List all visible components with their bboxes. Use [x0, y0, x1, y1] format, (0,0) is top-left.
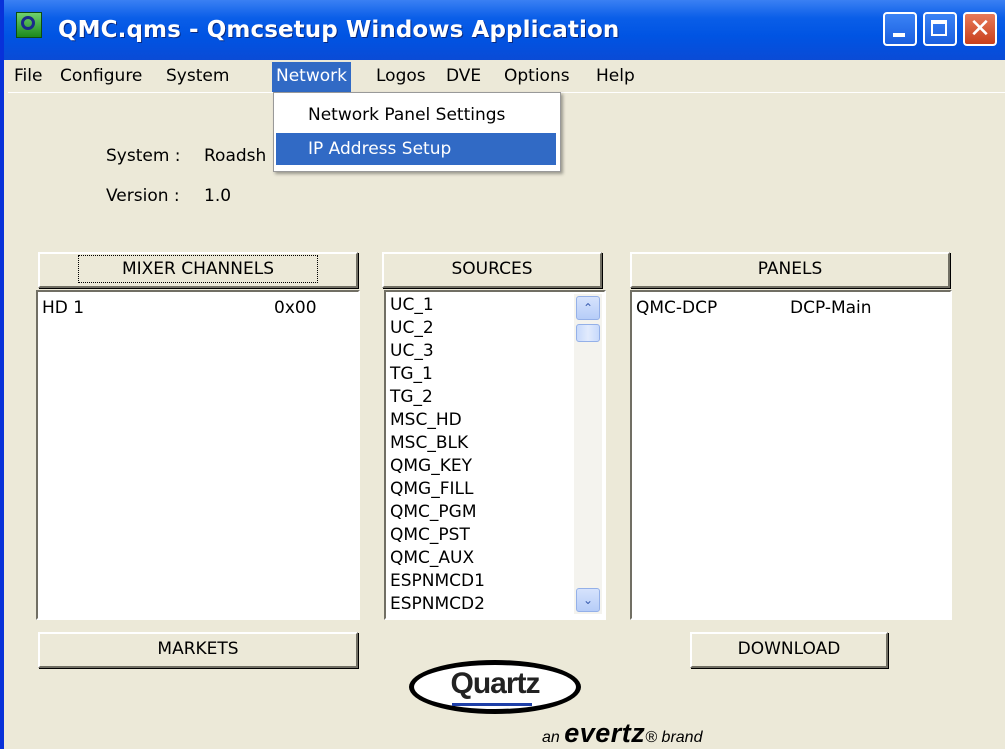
sources-list[interactable]: UC_1 UC_2 UC_3 TG_1 TG_2 MSC_HD MSC_BLK … — [384, 290, 606, 620]
menu-network[interactable]: Network — [272, 62, 351, 92]
list-item[interactable]: QMC_PST — [390, 524, 485, 547]
sources-button[interactable]: SOURCES — [382, 252, 602, 288]
window-title: QMC.qms - Qmcsetup Windows Application — [58, 17, 620, 43]
markets-label: MARKETS — [157, 639, 239, 659]
app-window: QMC.qms - Qmcsetup Windows Application ✕… — [0, 0, 1005, 749]
sources-scrollbar[interactable]: ⌃ ⌄ — [574, 294, 602, 614]
app-icon[interactable] — [16, 12, 42, 38]
maximize-icon — [925, 14, 955, 44]
sources-label: SOURCES — [451, 259, 533, 279]
list-item[interactable]: QMC_PGM — [390, 501, 485, 524]
list-item[interactable]: TG_2 — [390, 386, 485, 409]
brand-an: an — [542, 729, 560, 746]
minimize-button[interactable] — [883, 12, 917, 46]
menu-bar: File Configure System Network Logos DVE … — [8, 60, 1005, 93]
quartz-logo-text: Quartz — [450, 667, 540, 700]
channel-value: 0x00 — [274, 298, 317, 318]
version-value: 1.0 — [204, 186, 232, 206]
list-item[interactable]: UC_2 — [390, 317, 485, 340]
logo-underline — [452, 703, 532, 706]
list-item[interactable]: MSC_HD — [390, 409, 485, 432]
list-item[interactable]: ESPNMCD2 — [390, 593, 485, 616]
panel-name: QMC-DCP — [636, 298, 718, 318]
mixer-channels-label: MIXER CHANNELS — [77, 255, 319, 283]
maximize-button[interactable] — [923, 12, 957, 46]
scroll-down-icon[interactable]: ⌄ — [576, 588, 600, 612]
menu-item-network-panel-settings[interactable]: Network Panel Settings — [276, 99, 556, 131]
system-value: Roadsh — [204, 146, 267, 166]
menu-logos[interactable]: Logos — [372, 66, 430, 92]
list-item[interactable]: ESPNMCD1 — [390, 570, 485, 593]
minimize-icon — [885, 14, 915, 44]
list-item[interactable]: QMC-DCP DCP-Main — [636, 298, 936, 318]
brand-reg: ® — [645, 729, 658, 746]
list-item[interactable]: QMC_AUX — [390, 547, 485, 570]
mixer-channels-button[interactable]: MIXER CHANNELS — [38, 252, 358, 288]
brand-suffix: brand — [661, 729, 703, 746]
scroll-thumb[interactable] — [576, 324, 600, 342]
panels-button[interactable]: PANELS — [630, 252, 950, 288]
list-item[interactable]: TG_1 — [390, 363, 485, 386]
close-icon: ✕ — [969, 14, 991, 44]
title-bar[interactable]: QMC.qms - Qmcsetup Windows Application ✕ — [4, 0, 1005, 60]
menu-options[interactable]: Options — [500, 66, 574, 92]
download-label: DOWNLOAD — [737, 639, 841, 659]
scroll-up-icon[interactable]: ⌃ — [576, 296, 600, 320]
menu-help[interactable]: Help — [592, 66, 639, 92]
menu-dve[interactable]: DVE — [442, 66, 485, 92]
system-label: System : — [106, 146, 181, 166]
panels-list[interactable]: QMC-DCP DCP-Main — [630, 290, 952, 620]
evertz-brand: an evertz® brand — [542, 718, 702, 749]
quartz-logo: Quartz — [409, 660, 581, 714]
network-dropdown: Network Panel Settings IP Address Setup — [273, 92, 561, 172]
list-item[interactable]: HD 1 0x00 — [42, 298, 342, 318]
panels-label: PANELS — [757, 259, 823, 279]
download-button[interactable]: DOWNLOAD — [690, 632, 888, 668]
list-item[interactable]: MSC_BLK — [390, 432, 485, 455]
menu-configure[interactable]: Configure — [56, 66, 146, 92]
list-item[interactable]: QMG_KEY — [390, 455, 485, 478]
channel-name: HD 1 — [42, 298, 85, 318]
list-item[interactable]: UC_3 — [390, 340, 485, 363]
brand-evertz: evertz — [564, 718, 646, 748]
panel-value: DCP-Main — [790, 298, 872, 318]
menu-item-ip-address-setup[interactable]: IP Address Setup — [276, 133, 556, 165]
list-item[interactable]: QMG_FILL — [390, 478, 485, 501]
version-label: Version : — [106, 186, 180, 206]
list-item[interactable]: UC_1 — [390, 294, 485, 317]
menu-file[interactable]: File — [10, 66, 46, 92]
markets-button[interactable]: MARKETS — [38, 632, 358, 668]
menu-system[interactable]: System — [162, 66, 233, 92]
mixer-channels-list[interactable]: HD 1 0x00 — [36, 290, 360, 620]
close-button[interactable]: ✕ — [963, 12, 997, 46]
sources-items: UC_1 UC_2 UC_3 TG_1 TG_2 MSC_HD MSC_BLK … — [390, 294, 485, 616]
